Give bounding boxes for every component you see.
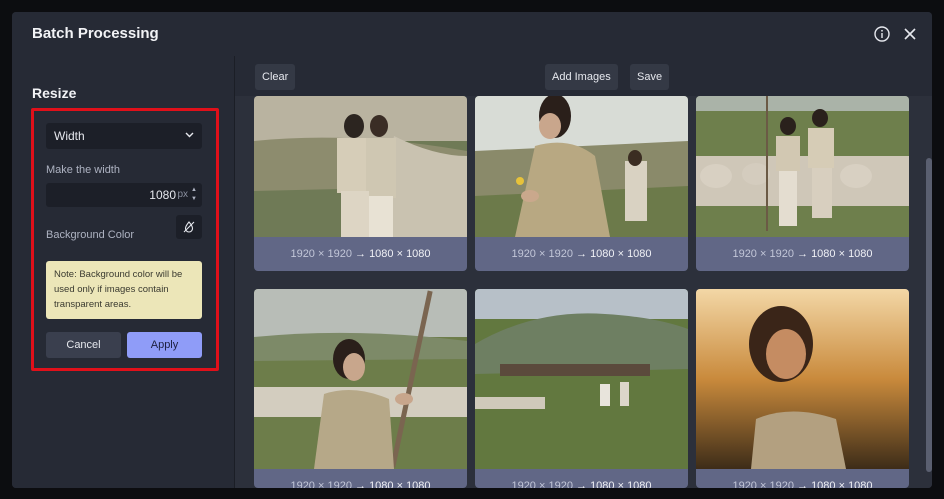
apply-button[interactable]: Apply: [127, 332, 202, 358]
thumbnail-image: [475, 289, 688, 469]
dimension-info: 1920 × 1920 → 1080 × 1080: [732, 248, 873, 260]
no-color-icon: [183, 221, 195, 233]
background-color-button[interactable]: [176, 215, 202, 239]
width-value: 1080: [149, 188, 176, 202]
image-grid: 1920 × 1920 → 1080 × 1080 1920 × 1920 → …: [235, 96, 932, 488]
thumbnail-image: [254, 96, 467, 237]
info-icon[interactable]: [874, 26, 890, 42]
dimension-info: 1920 × 1920 → 1080 × 1080: [290, 480, 431, 488]
scrollbar-thumb[interactable]: [926, 158, 932, 472]
clear-button[interactable]: Clear: [255, 64, 296, 90]
resize-panel: Resize Width Make the width 1080 px ▲ ▼ B…: [12, 56, 235, 488]
image-card[interactable]: 1920 × 1920 → 1080 × 1080: [254, 96, 467, 271]
thumbnail-image: [696, 96, 909, 237]
image-card[interactable]: 1920 × 1920 → 1080 × 1080: [475, 289, 688, 488]
image-card[interactable]: 1920 × 1920 → 1080 × 1080: [475, 96, 688, 271]
thumbnail-image: [696, 289, 909, 469]
resize-mode-select[interactable]: Width: [46, 123, 202, 149]
toolbar: Clear Add Images Save: [235, 56, 932, 96]
dimension-info: 1920 × 1920 → 1080 × 1080: [732, 480, 873, 488]
thumbnail-image: [254, 289, 467, 469]
batch-processing-dialog: Batch Processing Resize Width Make the w…: [12, 12, 932, 488]
image-card[interactable]: 1920 × 1920 → 1080 × 1080: [696, 289, 909, 488]
chevron-down-icon: [185, 132, 194, 138]
image-card[interactable]: 1920 × 1920 → 1080 × 1080: [254, 289, 467, 488]
close-icon[interactable]: [902, 26, 918, 42]
section-title: Resize: [32, 85, 77, 101]
dialog-titlebar: Batch Processing: [12, 12, 932, 56]
add-images-button[interactable]: Add Images: [545, 64, 618, 90]
image-card[interactable]: 1920 × 1920 → 1080 × 1080: [696, 96, 909, 271]
transparency-note: Note: Background color will be used only…: [46, 261, 202, 319]
dimension-info: 1920 × 1920 → 1080 × 1080: [290, 248, 431, 260]
width-input[interactable]: 1080 px ▲ ▼: [46, 183, 202, 207]
dimension-info: 1920 × 1920 → 1080 × 1080: [511, 248, 652, 260]
scrollbar[interactable]: [926, 96, 932, 488]
cancel-button[interactable]: Cancel: [46, 332, 121, 358]
background-color-label: Background Color: [46, 229, 135, 241]
save-button[interactable]: Save: [630, 64, 670, 90]
select-value: Width: [54, 129, 85, 143]
dialog-title: Batch Processing: [32, 25, 159, 42]
width-unit: px: [177, 189, 188, 200]
width-stepper[interactable]: ▲ ▼: [190, 186, 198, 204]
thumbnail-image: [475, 96, 688, 237]
width-label: Make the width: [46, 164, 120, 176]
dimension-info: 1920 × 1920 → 1080 × 1080: [511, 480, 652, 488]
